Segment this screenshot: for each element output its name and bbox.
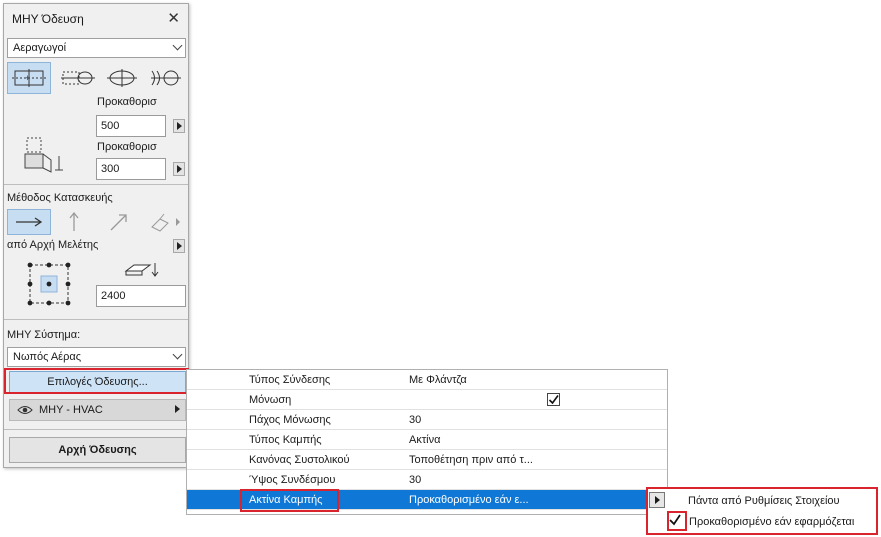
rectangular-duct-icon: +	[12, 69, 46, 87]
arrow-diagonal-icon	[110, 214, 127, 231]
rectangular-duct-button[interactable]: +	[7, 62, 51, 94]
width-label: Προκαθορισ	[97, 96, 157, 108]
start-routing-button[interactable]: Αρχή Όδευσης	[9, 437, 186, 463]
width-input[interactable]: 500	[96, 115, 166, 137]
round-duct-button[interactable]	[144, 62, 188, 94]
system-value: Νωπός Αέρας	[13, 351, 81, 363]
insulation-checkbox[interactable]	[547, 393, 560, 406]
table-row[interactable]: Μόνωση	[187, 390, 667, 410]
system-dropdown[interactable]: Νωπός Αέρας	[7, 347, 186, 367]
property-value: 30	[409, 414, 422, 426]
offset-method-button[interactable]	[142, 209, 186, 235]
divider	[4, 184, 188, 185]
height-input[interactable]: 300	[96, 158, 166, 180]
height-menu-button[interactable]	[173, 162, 185, 176]
oval-duct-button[interactable]	[100, 62, 144, 94]
arrow-right-icon	[16, 217, 43, 227]
anchor-point-icon[interactable]	[24, 260, 74, 308]
property-value: 30	[409, 474, 422, 486]
chevron-right-icon	[175, 405, 180, 413]
palette-title: ΜΗΥ Όδευση	[12, 12, 84, 26]
table-row[interactable]: Πάχος Μόνωσης 30	[187, 410, 667, 430]
eye-icon	[17, 406, 33, 414]
divider	[4, 319, 188, 320]
divider	[4, 429, 188, 430]
property-name: Πάχος Μόνωσης	[249, 414, 331, 426]
offset-duct-icon	[151, 213, 180, 232]
system-label: ΜΗΥ Σύστημα:	[7, 329, 81, 341]
property-value: Με Φλάντζα	[409, 374, 467, 386]
category-dropdown[interactable]: Αεραγωγοί	[7, 38, 186, 58]
property-name: Τύπος Σύνδεσης	[249, 374, 331, 386]
transition-duct-icon	[61, 71, 95, 85]
table-row[interactable]: Τύπος Σύνδεσης Με Φλάντζα	[187, 370, 667, 390]
svg-text:+: +	[25, 73, 30, 83]
close-icon[interactable]: ✕	[167, 9, 180, 27]
chevron-down-icon	[172, 40, 183, 51]
property-value: Τοποθέτηση πριν από τ...	[409, 454, 533, 466]
property-name: Τύπος Καμπής	[249, 434, 322, 446]
property-name: Μόνωση	[249, 394, 292, 406]
layer-selector[interactable]: ΜΗΥ - HVAC	[9, 399, 186, 421]
palette-titlebar: ΜΗΥ Όδευση ✕	[4, 4, 188, 34]
routing-palette: ΜΗΥ Όδευση ✕ Αεραγωγοί + Προκαθορισ 500 …	[3, 3, 189, 468]
table-row[interactable]: Τύπος Καμπής Ακτίνα	[187, 430, 667, 450]
duct-section-icon	[24, 137, 63, 173]
round-duct-icon	[151, 70, 181, 86]
table-row[interactable]: Ύψος Συνδέσμου 30	[187, 470, 667, 490]
chevron-down-icon	[172, 349, 183, 360]
property-value: Ακτίνα	[409, 434, 441, 446]
category-value: Αεραγωγοί	[13, 42, 67, 54]
oval-duct-icon	[107, 69, 137, 87]
property-name: Κανόνας Συστολικού	[249, 454, 350, 466]
elevation-icon	[124, 263, 159, 277]
callout-highlight	[646, 487, 878, 535]
elevation-input[interactable]: 2400	[96, 285, 186, 307]
checkmark-icon	[548, 395, 559, 405]
callout-highlight	[4, 368, 189, 394]
arrow-up-icon	[69, 211, 79, 231]
reference-label: από Αρχή Μελέτης	[7, 239, 99, 251]
height-label: Προκαθορισ	[97, 141, 157, 153]
reference-menu-button[interactable]	[173, 239, 185, 253]
rect-round-duct-button[interactable]	[56, 62, 100, 94]
property-name: Ύψος Συνδέσμου	[249, 474, 336, 486]
straight-method-button[interactable]	[7, 209, 51, 235]
construction-method-label: Μέθοδος Κατασκευής	[7, 192, 113, 204]
slope-method-button[interactable]	[97, 209, 141, 235]
table-row[interactable]: Κανόνας Συστολικού Τοποθέτηση πριν από τ…	[187, 450, 667, 470]
vertical-method-button[interactable]	[52, 209, 96, 235]
callout-highlight	[240, 489, 339, 512]
width-menu-button[interactable]	[173, 119, 185, 133]
layer-label: ΜΗΥ - HVAC	[39, 404, 103, 416]
property-value: Προκαθορισμένο εάν ε...	[409, 494, 529, 506]
